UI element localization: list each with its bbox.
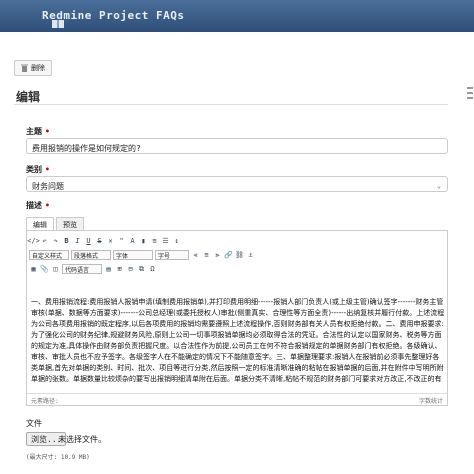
book-icon	[52, 20, 64, 28]
editor-content[interactable]: 一、费用报销流程:费用报销人报销申请(填制费用报销单),并打印费用明细-----…	[31, 297, 445, 385]
link-icon[interactable]: 🔗	[224, 251, 233, 260]
highlight-icon[interactable]: ▮	[139, 237, 148, 246]
tab-edit[interactable]: 编辑	[26, 217, 54, 230]
undo-icon[interactable]: ↶	[40, 237, 49, 246]
rich-text-editor: </> ↶ ↷ B I U S ✕ ❝ A ▮ ≡ ☰ ↕ 自定义样式 段落格式…	[26, 230, 448, 406]
font-size-combo[interactable]: 字号	[155, 250, 189, 260]
code-language-combo[interactable]: 代码语言	[62, 264, 102, 274]
text-color-icon[interactable]: A	[128, 237, 137, 246]
paragraph-format-combo[interactable]: 段落格式	[71, 250, 111, 260]
insert-row-icon[interactable]: ⊞	[115, 265, 124, 274]
subject-input[interactable]: 费用报销的操作是如何规定的?	[26, 138, 448, 154]
align-left-icon[interactable]: ⫷	[191, 251, 200, 260]
source-icon[interactable]: </>	[27, 237, 40, 246]
editor-toolbar-row-3: ▦ 📎 ◫ 代码语言 ▤ ⊞ ⊟ ⧉ Ω	[29, 263, 447, 275]
list-bullet-icon[interactable]: ☰	[161, 237, 170, 246]
image-icon[interactable]: ▦	[29, 265, 38, 274]
page-title: 编辑	[16, 90, 41, 104]
no-file-text: 未选择文件。	[58, 435, 106, 444]
bold-icon[interactable]: B	[62, 237, 71, 246]
trash-icon	[21, 64, 28, 72]
quote-icon[interactable]: ❝	[117, 237, 126, 246]
special-char-icon[interactable]: Ω	[148, 265, 157, 274]
font-family-combo[interactable]: 字体	[113, 250, 153, 260]
editor-tabs: 编辑 预览	[26, 217, 86, 230]
max-size-text: (最大尺寸: 10.9 MB)	[26, 454, 90, 461]
description-label: 描述 •	[26, 201, 50, 210]
anchor-icon[interactable]: ⚓	[246, 251, 255, 260]
chevron-down-icon: ⌄	[436, 182, 441, 190]
tab-preview[interactable]: 预览	[56, 217, 84, 230]
divider	[14, 104, 448, 105]
clear-format-icon[interactable]: ✕	[106, 237, 115, 246]
menu-icon[interactable]	[466, 84, 474, 104]
app-header: Redmine Project FAQs	[0, 0, 474, 32]
map-icon[interactable]: ◫	[51, 265, 60, 274]
align-right-icon[interactable]: ⫸	[213, 251, 222, 260]
list-ordered-icon[interactable]: ≡	[150, 237, 159, 246]
italic-icon[interactable]: I	[73, 237, 82, 246]
word-count: 字数统计	[418, 398, 443, 405]
delete-button[interactable]: 删除	[14, 60, 52, 76]
underline-icon[interactable]: U	[84, 237, 93, 246]
subject-label: 主题 •	[26, 127, 50, 136]
strikethrough-icon[interactable]: S	[95, 237, 104, 246]
delete-label: 删除	[31, 64, 45, 72]
editor-statusbar: 元素路径: 字数统计	[27, 393, 447, 405]
app-title[interactable]: Redmine Project FAQs	[26, 9, 184, 28]
align-center-icon[interactable]: ≡	[202, 251, 211, 260]
category-select[interactable]: 财务问题 ⌄	[26, 176, 448, 192]
custom-style-combo[interactable]: 自定义样式	[29, 250, 69, 260]
editor-toolbar-row-2: 自定义样式 段落格式 字体 字号 ⫷ ≡ ⫸ 🔗 ⛓ ⚓	[29, 249, 447, 261]
editor-toolbar-row-1: </> ↶ ↷ B I U S ✕ ❝ A ▮ ≡ ☰ ↕	[27, 235, 447, 247]
unlink-icon[interactable]: ⛓	[235, 251, 244, 260]
merge-cells-icon[interactable]: ⧉	[137, 265, 146, 274]
element-path: 元素路径:	[31, 398, 59, 405]
attachment-icon[interactable]: 📎	[40, 265, 49, 274]
file-label: 文件	[26, 419, 42, 428]
category-value: 财务问题	[32, 182, 64, 191]
table-icon[interactable]: ▤	[104, 265, 113, 274]
redo-icon[interactable]: ↷	[51, 237, 60, 246]
category-label: 类别 •	[26, 165, 50, 174]
delete-row-icon[interactable]: ⊟	[126, 265, 135, 274]
line-height-icon[interactable]: ↕	[172, 237, 181, 246]
